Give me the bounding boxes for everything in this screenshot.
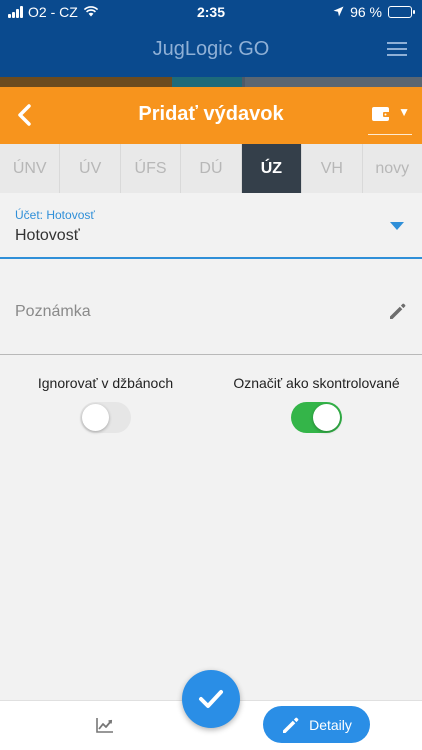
ignore-toggle-label: Ignorovať v džbánoch: [37, 375, 174, 391]
account-value: Hotovosť: [15, 227, 80, 244]
status-right: 96 %: [333, 4, 415, 20]
tab-ufs[interactable]: ÚFS: [121, 144, 182, 193]
pencil-icon[interactable]: [388, 301, 408, 321]
tab-unv[interactable]: ÚNV: [0, 144, 61, 193]
confirm-button[interactable]: [182, 670, 240, 728]
details-label: Detaily: [309, 716, 352, 733]
hamburger-icon[interactable]: [387, 42, 407, 60]
details-button[interactable]: Detaily: [263, 706, 370, 743]
trend-chart-icon[interactable]: [96, 717, 114, 733]
checkmark-icon: [199, 690, 223, 708]
tab-vh[interactable]: VH: [302, 144, 363, 193]
wallet-selector[interactable]: ▼: [368, 99, 412, 135]
account-select[interactable]: Účet: Hotovosť Hotovosť: [0, 193, 422, 259]
dropdown-caret-icon: [390, 222, 404, 230]
battery-icon: [388, 6, 415, 18]
modal-title: Pridať výdavok: [138, 103, 284, 125]
location-arrow-icon: [333, 4, 344, 20]
account-label: Účet: Hotovosť: [15, 208, 95, 222]
form-content: Účet: Hotovosť Hotovosť Poznámka Ignorov…: [0, 193, 422, 700]
pencil-icon: [283, 717, 299, 733]
note-placeholder: Poznámka: [15, 303, 91, 320]
note-field[interactable]: Poznámka: [0, 259, 422, 355]
wallet-icon: [372, 107, 390, 121]
ignore-toggle[interactable]: [80, 402, 131, 433]
ignore-toggle-group: Ignorovať v džbánoch: [0, 375, 211, 433]
tab-du[interactable]: DÚ: [181, 144, 242, 193]
app-title: JugLogic GO: [152, 38, 270, 60]
tab-novy[interactable]: novy: [363, 144, 422, 193]
account-tabs: ÚNV ÚV ÚFS DÚ ÚZ VH novy: [0, 144, 422, 193]
status-bar: O2 - CZ 2:35 96 %: [0, 0, 422, 24]
battery-percent: 96 %: [350, 4, 382, 20]
tab-uz[interactable]: ÚZ: [241, 144, 303, 193]
checked-toggle[interactable]: [291, 402, 342, 433]
tab-uv[interactable]: ÚV: [60, 144, 121, 193]
background-peek: [0, 77, 422, 87]
modal-header: Pridať výdavok ▼: [0, 87, 422, 144]
checked-toggle-label: Označiť ako skontrolované: [233, 375, 400, 391]
caret-down-icon: ▼: [398, 105, 410, 119]
toggle-knob: [313, 404, 340, 431]
toggle-knob: [82, 404, 109, 431]
checked-toggle-group: Označiť ako skontrolované: [211, 375, 422, 433]
app-header: JugLogic GO: [0, 24, 422, 77]
